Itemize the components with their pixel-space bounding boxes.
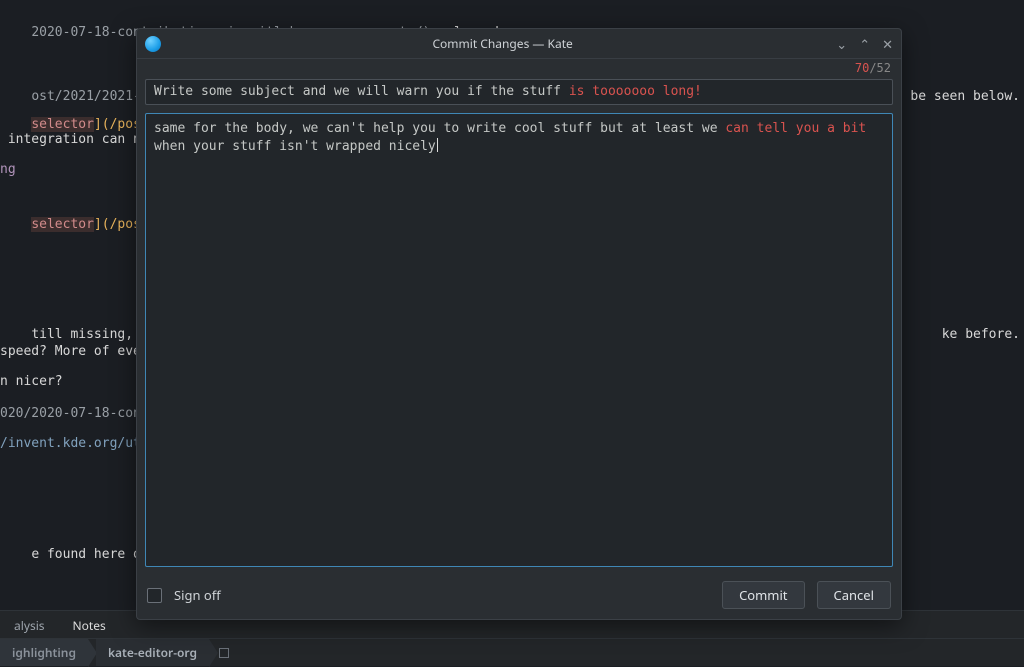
cancel-button[interactable]: Cancel bbox=[817, 581, 891, 609]
body-text: same for the body, we can't help you to … bbox=[154, 121, 725, 136]
dialog-titlebar[interactable]: Commit Changes — Kate ⌄ ⌃ ✕ bbox=[137, 29, 901, 59]
subject-overflow-text: is tooooooo long! bbox=[569, 84, 702, 99]
signoff-label[interactable]: Sign off bbox=[174, 586, 221, 604]
signoff-checkbox[interactable] bbox=[147, 588, 162, 603]
body-text: when your stuff isn't wrapped nicely bbox=[154, 139, 436, 154]
close-icon[interactable]: ✕ bbox=[882, 35, 893, 53]
breadcrumb-project[interactable]: kate-editor-org bbox=[96, 639, 209, 666]
status-box-icon bbox=[219, 648, 229, 658]
status-bar: ighlighting kate-editor-org bbox=[0, 638, 1024, 666]
app-icon bbox=[145, 36, 161, 52]
body-overflow-text: can tell you a bit bbox=[725, 121, 866, 136]
commit-dialog: Commit Changes — Kate ⌄ ⌃ ✕ 70/52 Write … bbox=[136, 28, 902, 620]
minimize-icon[interactable]: ⌄ bbox=[836, 35, 847, 53]
char-counter-current: 70 bbox=[855, 61, 869, 75]
breadcrumb-highlighting[interactable]: ighlighting bbox=[0, 639, 88, 666]
char-counter: 70/52 bbox=[137, 59, 901, 79]
char-counter-sep: / bbox=[869, 61, 876, 75]
tab-notes[interactable]: Notes bbox=[59, 611, 120, 638]
dialog-title: Commit Changes — Kate bbox=[169, 35, 836, 52]
text-caret bbox=[437, 138, 438, 152]
subject-text: Write some subject and we will warn you … bbox=[154, 84, 569, 99]
commit-body-textarea[interactable]: same for the body, we can't help you to … bbox=[145, 113, 893, 567]
maximize-icon[interactable]: ⌃ bbox=[859, 35, 870, 53]
char-counter-max: 52 bbox=[877, 61, 891, 75]
commit-button[interactable]: Commit bbox=[722, 581, 804, 609]
commit-subject-input[interactable]: Write some subject and we will warn you … bbox=[145, 79, 893, 105]
bg-text-highlight: selector bbox=[31, 217, 94, 232]
tab-analysis[interactable]: alysis bbox=[0, 611, 59, 638]
